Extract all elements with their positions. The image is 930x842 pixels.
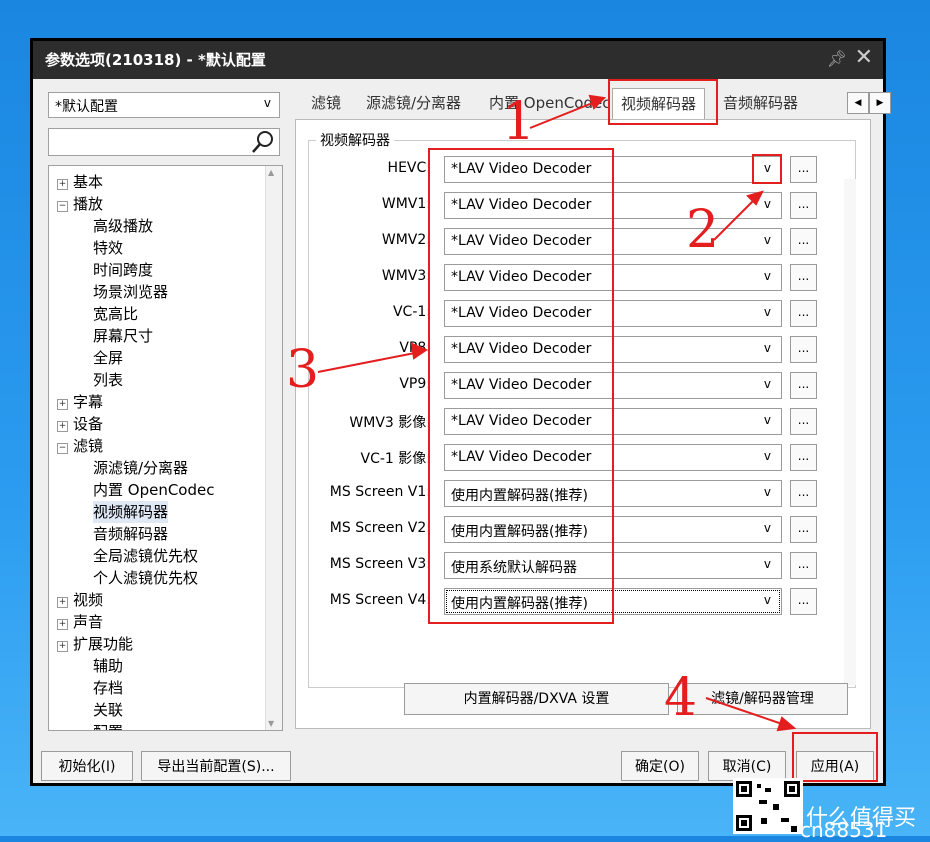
watermark-code: cn88531: [800, 818, 888, 842]
qr-code-icon: [733, 778, 803, 834]
annotation-arrows: [317, 94, 797, 732]
